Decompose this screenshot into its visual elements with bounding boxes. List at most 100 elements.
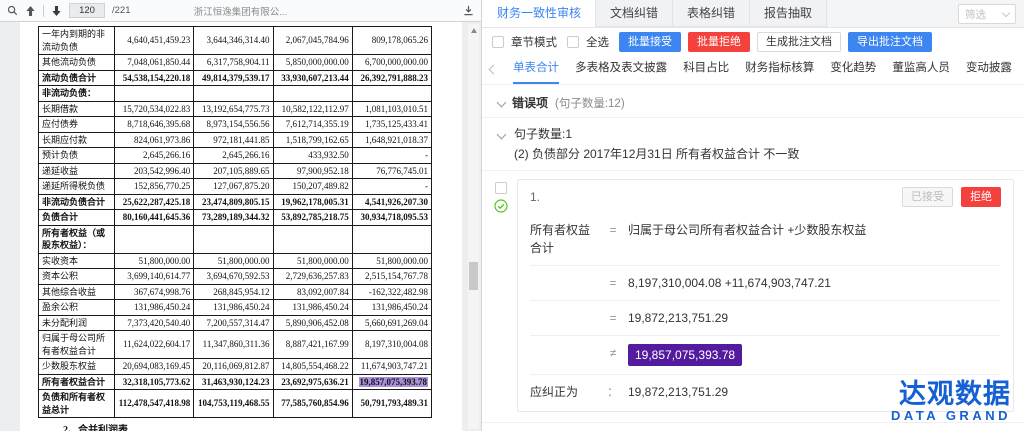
cell-value bbox=[352, 86, 431, 102]
table-row: 负债合计80,160,441,645.3673,289,189,344.3253… bbox=[39, 210, 432, 226]
formula-label: 应纠正为 bbox=[530, 383, 598, 401]
current-error-item-header[interactable]: 句子数量:1 (2) 负债部分 2017年12月31日 所有者权益合计 不一致 bbox=[482, 118, 1024, 170]
sub-tab-2[interactable]: 科目占比 bbox=[683, 54, 729, 84]
table-row: 非流动负债： bbox=[39, 86, 432, 102]
table-row: 长期应付款824,061,973.86972,181,441.851,518,7… bbox=[39, 132, 432, 148]
export-annotated-doc-button[interactable]: 导出批注文档 bbox=[848, 32, 932, 52]
cell-value: 7,048,061,850.44 bbox=[115, 55, 194, 71]
cell-value: 2,515,154,767.78 bbox=[352, 269, 431, 285]
cell-value: 1,735,125,433.41 bbox=[352, 117, 431, 133]
item-checkbox[interactable] bbox=[495, 182, 507, 194]
cell-value: 150,207,489.82 bbox=[273, 179, 352, 195]
formula-value: 19,872,213,751.29 bbox=[628, 309, 1001, 327]
doc-table-body: 一年内到期的非流动负债4,640,451,459.233,644,346,314… bbox=[39, 27, 432, 418]
formula-rows: 所有者权益合计=归属于母公司所有者权益合计 +少数股东权益=8,197,310,… bbox=[530, 213, 1001, 409]
card-header: 1. 已接受 拒绝 bbox=[530, 187, 1001, 207]
scrollbar-up-button[interactable] bbox=[468, 25, 479, 35]
cell-value: 433,932.50 bbox=[273, 148, 352, 164]
cell-value: 203,542,996.40 bbox=[115, 163, 194, 179]
cell-value: 8,718,646,395.68 bbox=[115, 117, 194, 133]
document-page: 一年内到期的非流动负债4,640,451,459.233,644,346,314… bbox=[20, 22, 462, 431]
document-scrollbar[interactable] bbox=[468, 24, 479, 429]
action-row: 章节模式 全选 批量接受 批量拒绝 生成批注文档 导出批注文档 bbox=[482, 28, 1024, 55]
cell-value: 51,800,000.00 bbox=[194, 253, 273, 269]
table-row: 所有者权益（或股东权益）： bbox=[39, 225, 432, 253]
cell-value: 11,347,860,311.36 bbox=[194, 331, 273, 359]
cell-value: 8,973,154,556.56 bbox=[194, 117, 273, 133]
error-detail-card: 1. 已接受 拒绝 所有者权益合计=归属于母公司所有者权益合计 +少数股东权益=… bbox=[517, 179, 1014, 412]
cell-value: 54,538,154,220.18 bbox=[115, 70, 194, 86]
select-all-checkbox[interactable] bbox=[567, 36, 579, 48]
cell-value bbox=[194, 86, 273, 102]
cell-value: 4,640,451,459.23 bbox=[115, 27, 194, 55]
cell-value: 53,892,785,218.75 bbox=[273, 210, 352, 226]
batch-reject-button[interactable]: 批量拒绝 bbox=[688, 32, 750, 52]
page-down-button[interactable] bbox=[51, 5, 62, 17]
cell-value: 112,478,547,418.98 bbox=[115, 390, 194, 418]
cell-value: 4,541,926,207.30 bbox=[352, 194, 431, 210]
cell-value: 20,116,069,812.87 bbox=[194, 359, 273, 375]
top-tab-0[interactable]: 财务一致性审核 bbox=[482, 0, 596, 27]
row-label: 所有者权益（或股东权益）： bbox=[39, 225, 115, 253]
sub-tab-4[interactable]: 变化趋势 bbox=[830, 54, 876, 84]
formula-operator: ： bbox=[598, 383, 628, 401]
top-tab-2[interactable]: 表格纠错 bbox=[672, 0, 750, 27]
cell-value: 824,061,973.86 bbox=[115, 132, 194, 148]
table-row: 归属于母公司所有者权益合计11,624,022,604.1711,347,860… bbox=[39, 331, 432, 359]
subtab-scroll-left-icon[interactable] bbox=[489, 65, 499, 75]
filter-dropdown[interactable]: 筛选 bbox=[958, 4, 1016, 24]
highlighted-cell-value[interactable]: 19,857,075,393.78 bbox=[359, 377, 429, 387]
generate-annotated-doc-button[interactable]: 生成批注文档 bbox=[757, 32, 841, 52]
chapter-mode-label: 章节模式 bbox=[511, 34, 557, 50]
cell-value: 76,776,745.01 bbox=[352, 163, 431, 179]
cell-value: 33,930,607,213.44 bbox=[273, 70, 352, 86]
cell-value: 19,962,178,005.31 bbox=[273, 194, 352, 210]
top-tab-1[interactable]: 文档纠错 bbox=[595, 0, 673, 27]
cell-value: - bbox=[352, 148, 431, 164]
error-item-0[interactable]: 句子数量:12、合并利润表 2017年度 二、营业总成本 不一致 bbox=[482, 423, 1024, 431]
reject-button[interactable]: 拒绝 bbox=[961, 187, 1001, 207]
cell-value: 51,800,000.00 bbox=[115, 253, 194, 269]
row-label: 递延收益 bbox=[39, 163, 115, 179]
scrollbar-thumb[interactable] bbox=[469, 262, 478, 290]
chapter-mode-checkbox[interactable] bbox=[492, 36, 504, 48]
row-label: 实收资本 bbox=[39, 253, 115, 269]
page-input[interactable] bbox=[69, 3, 105, 18]
sub-tab-0[interactable]: 单表合计 bbox=[513, 54, 559, 84]
cell-value: 7,373,420,540.40 bbox=[115, 315, 194, 331]
accepted-button[interactable]: 已接受 bbox=[902, 187, 953, 207]
sub-tab-5[interactable]: 董监高人员 bbox=[892, 54, 950, 84]
sub-tab-6[interactable]: 变动披露 bbox=[966, 54, 1012, 84]
download-icon[interactable] bbox=[463, 5, 474, 16]
error-group-title: 错误项 bbox=[512, 94, 548, 111]
cell-value: 2,645,266.16 bbox=[194, 148, 273, 164]
batch-accept-button[interactable]: 批量接受 bbox=[619, 32, 681, 52]
error-group-header[interactable]: 错误项 (句子数量:12) bbox=[482, 85, 1024, 117]
sub-tab-3[interactable]: 财务指标核算 bbox=[745, 54, 814, 84]
cell-value: 1,648,921,018.37 bbox=[352, 132, 431, 148]
row-label: 负债合计 bbox=[39, 210, 115, 226]
cell-value: 1,081,103,010.51 bbox=[352, 101, 431, 117]
formula-operator: = bbox=[598, 309, 628, 327]
page-up-button[interactable] bbox=[25, 5, 36, 17]
sub-tab-1[interactable]: 多表格及表文披露 bbox=[575, 54, 667, 84]
row-label: 未分配利润 bbox=[39, 315, 115, 331]
top-tab-bar: 财务一致性审核文档纠错表格纠错报告抽取 筛选 bbox=[482, 0, 1024, 28]
top-tab-3[interactable]: 报告抽取 bbox=[749, 0, 827, 27]
formula-row-2: =19,872,213,751.29 bbox=[530, 300, 1001, 335]
row-label: 其他流动负债 bbox=[39, 55, 115, 71]
cell-value: 51,800,000.00 bbox=[352, 253, 431, 269]
error-detail-section: 1. 已接受 拒绝 所有者权益合计=归属于母公司所有者权益合计 +少数股东权益=… bbox=[482, 171, 1024, 422]
row-label: 长期借款 bbox=[39, 101, 115, 117]
formula-operator: ≠ bbox=[598, 344, 628, 362]
table-row: 一年内到期的非流动负债4,640,451,459.233,644,346,314… bbox=[39, 27, 432, 55]
cell-value: 6,700,000,000.00 bbox=[352, 55, 431, 71]
row-label: 归属于母公司所有者权益合计 bbox=[39, 331, 115, 359]
cell-value: 6,317,758,904.11 bbox=[194, 55, 273, 71]
cell-value bbox=[352, 225, 431, 253]
cell-value: 5,850,000,000.00 bbox=[273, 55, 352, 71]
formula-operator: = bbox=[598, 274, 628, 292]
table-row: 非流动负债合计25,622,287,425.1823,474,809,805.1… bbox=[39, 194, 432, 210]
top-tabs: 财务一致性审核文档纠错表格纠错报告抽取 bbox=[482, 0, 826, 27]
search-icon[interactable] bbox=[7, 5, 18, 16]
